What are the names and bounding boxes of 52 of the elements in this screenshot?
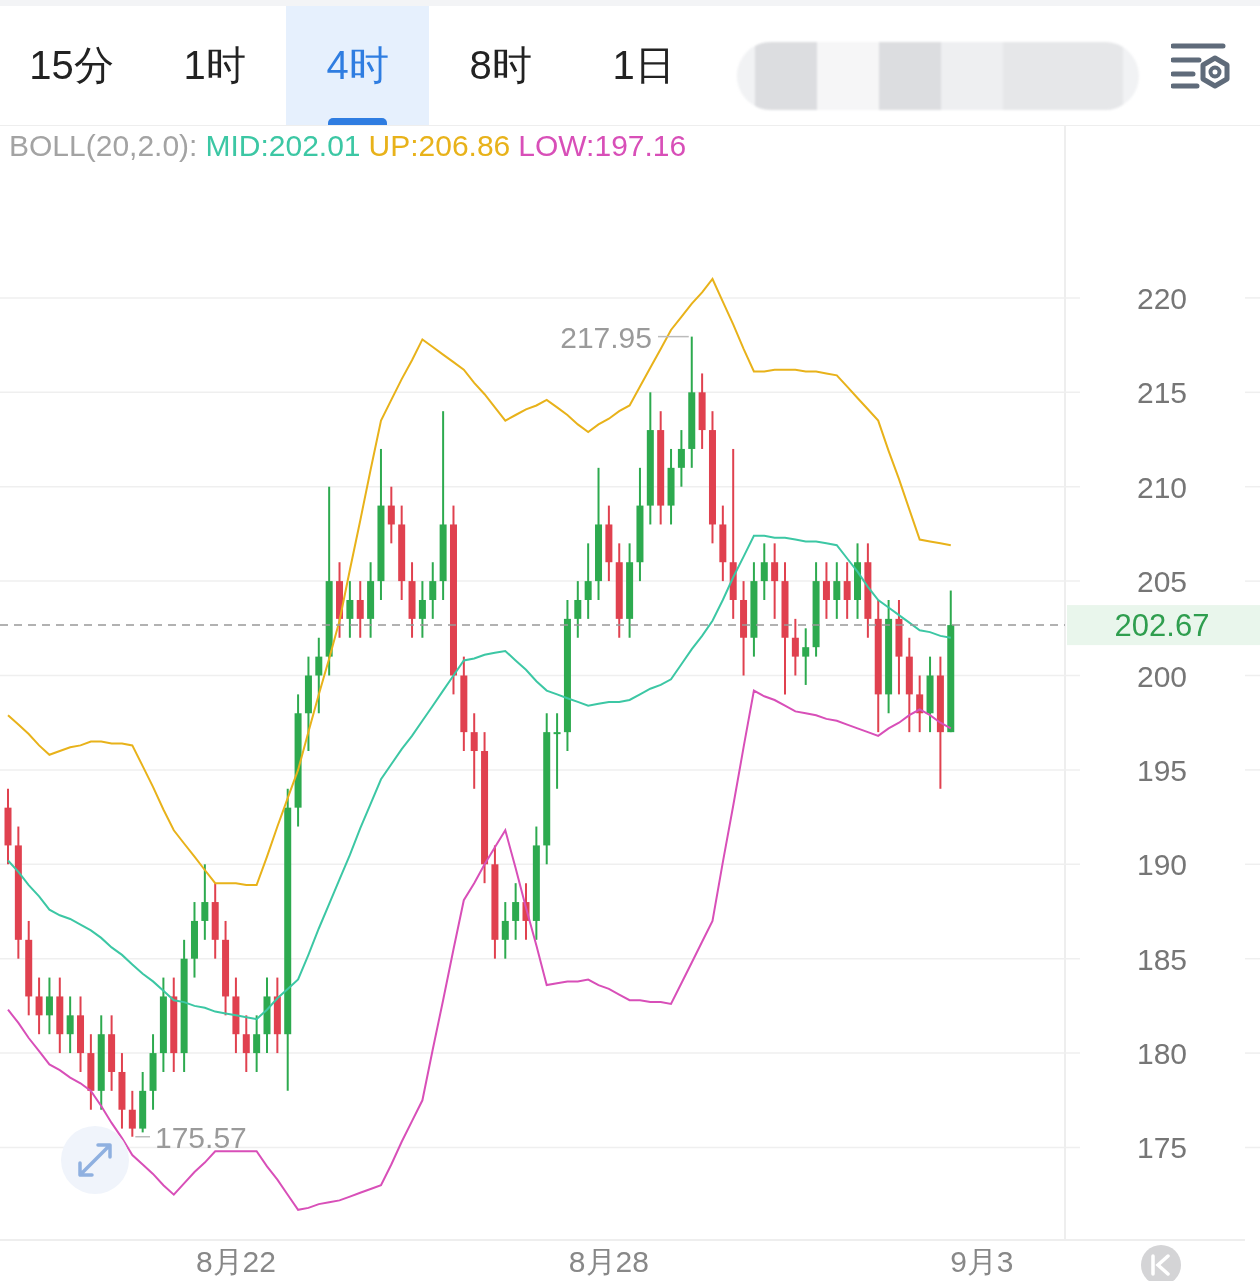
high-price-label: 217.95	[560, 320, 652, 354]
candlestick	[253, 1014, 261, 1073]
candlestick	[45, 976, 53, 1036]
axis-label: 185	[1136, 942, 1188, 976]
axis-label: 9月3	[950, 1245, 1014, 1278]
candlestick	[574, 580, 582, 639]
candlestick	[387, 485, 395, 545]
candlestick	[843, 561, 851, 620]
axis-label: 200	[1136, 659, 1188, 693]
axis-label: 8月22	[195, 1245, 276, 1278]
candlestick	[802, 627, 810, 686]
candlestick	[128, 1089, 136, 1138]
candlestick	[418, 580, 426, 639]
candlestick	[35, 976, 43, 1036]
leader-line	[657, 335, 690, 338]
timeframe-tab[interactable]: 8时	[429, 6, 572, 125]
timeframe-tab[interactable]: 4时	[286, 6, 429, 125]
candlestick	[791, 617, 799, 677]
low-value: LOW:197.16	[518, 129, 687, 163]
candlestick	[346, 580, 354, 639]
axis-label: 205	[1136, 565, 1188, 599]
candlestick	[760, 542, 768, 601]
axis-label: 215	[1136, 376, 1188, 410]
candlestick	[501, 901, 509, 960]
expand-icon[interactable]	[61, 1126, 129, 1194]
candlestick	[916, 674, 924, 734]
candlestick	[356, 580, 364, 639]
candlestick	[66, 995, 74, 1055]
candlestick	[677, 429, 685, 488]
collapse-icon[interactable]	[1141, 1245, 1181, 1281]
axis-label: 195	[1136, 753, 1188, 787]
current-price: 202.67	[1114, 608, 1210, 644]
candlestick	[139, 1070, 147, 1134]
candlestick	[242, 1014, 250, 1073]
candlestick	[833, 561, 841, 620]
timeframe-tab[interactable]: 15分	[0, 6, 143, 125]
axis-label: 8月28	[568, 1245, 649, 1278]
indicator-name: BOLL(20,2.0):	[9, 129, 198, 163]
candlestick	[512, 882, 520, 941]
timeframe-tab[interactable]: 1时	[143, 6, 286, 125]
up-value: UP:206.86	[368, 129, 511, 163]
axis-label: 190	[1136, 848, 1188, 882]
timeframe-tab[interactable]: 1日	[572, 6, 715, 125]
axis-label: 175	[1136, 1131, 1188, 1165]
mid-value: MID:202.01	[205, 129, 361, 163]
axis-label: 180	[1136, 1037, 1188, 1071]
candlestick	[429, 561, 437, 620]
axis-label: 220	[1136, 281, 1188, 315]
leader-line	[134, 1136, 151, 1138]
low-price-label: 175.57	[155, 1120, 247, 1154]
candlestick	[822, 561, 830, 620]
axis-label: 210	[1136, 470, 1188, 504]
